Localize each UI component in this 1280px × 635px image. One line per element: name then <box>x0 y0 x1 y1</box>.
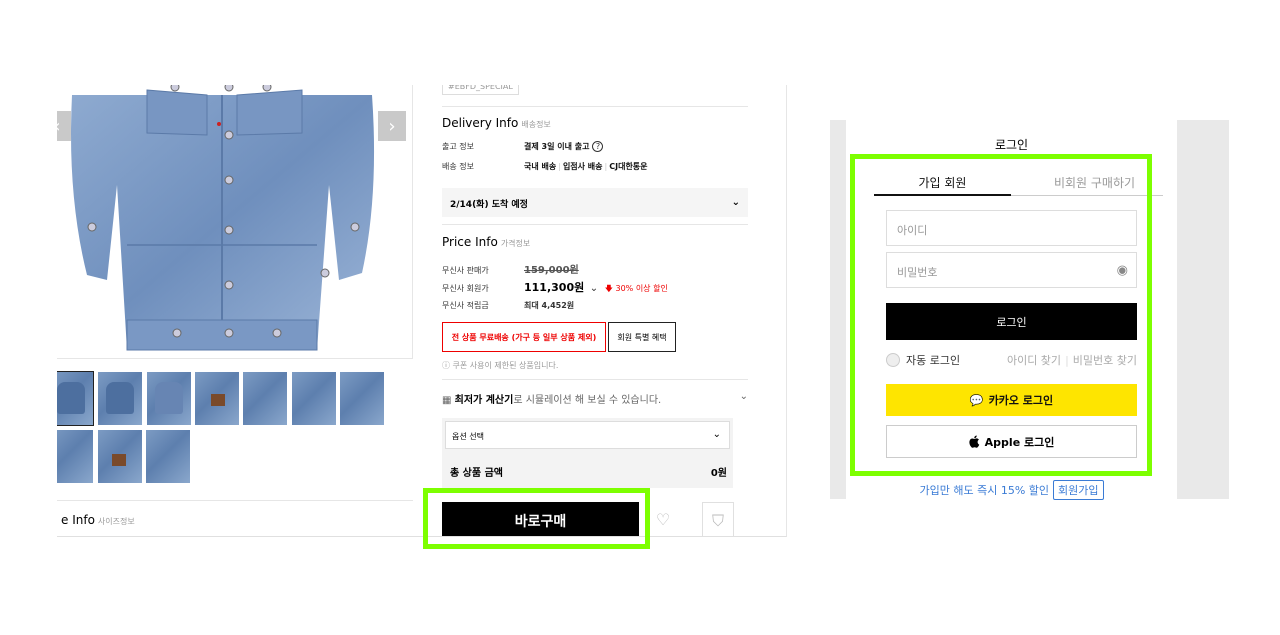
shopping-bag-icon[interactable]: ⛉ <box>702 502 734 536</box>
member-price-value: 111,300원 <box>524 281 585 294</box>
size-info-subtitle: 사이즈정보 <box>97 517 135 526</box>
size-info-title: e Info <box>61 513 95 527</box>
total-value: 0원 <box>710 468 727 479</box>
divider <box>442 379 748 380</box>
divider <box>442 106 748 107</box>
member-price-row: 무신사 회원가 111,300원 ⌄ 🡇 30% 이상 할인 <box>442 279 668 297</box>
thumbnail[interactable] <box>98 430 142 483</box>
signup-promo: 가입만 해도 즉시 15% 할인 회원가입 <box>846 480 1177 500</box>
delivery-title-text: Delivery Info <box>442 116 519 130</box>
product-detail-panel: ‹ › e Info사이즈정보 #EBFD_SPECIAL Delivery I… <box>57 85 787 537</box>
coupon-notice-text: 쿠폰 사용이 제한된 상품입니다. <box>452 361 559 370</box>
price-title-text: Price Info <box>442 235 498 249</box>
heart-icon[interactable]: ♡ <box>648 502 678 536</box>
thumbnail[interactable] <box>340 372 384 425</box>
arrival-estimate-dropdown[interactable]: 2/14(화) 도착 예정 ⌄ <box>442 188 748 217</box>
points-label: 무신사 적립금 <box>442 301 489 310</box>
option-select[interactable]: 옵션 선택 ⌄ <box>445 421 730 449</box>
product-main-image: ‹ › <box>57 85 413 359</box>
thumbnail[interactable] <box>57 430 93 483</box>
ship-value: 결제 3일 이내 출고 <box>524 142 590 151</box>
sale-price-label: 무신사 판매가 <box>442 266 489 275</box>
login-form-highlight <box>850 154 1152 476</box>
price-info-title: Price Info 가격정보 <box>442 235 530 249</box>
chevron-down-icon: ⌄ <box>712 429 721 440</box>
calculator-icon: ▦ <box>442 395 452 406</box>
chevron-left-icon[interactable]: ‹ <box>57 111 71 141</box>
points-value: 최대 4,452원 <box>524 301 575 310</box>
denim-jacket-image <box>71 85 375 351</box>
calc-text: 로 시뮬레이션 해 보실 수 있습니다. <box>513 395 662 406</box>
coupon-notice: ⓘ 쿠폰 사용이 제한된 상품입니다. <box>442 360 558 371</box>
chevron-down-icon: ⌄ <box>739 391 748 402</box>
hashtag-badge[interactable]: #EBFD_SPECIAL <box>442 85 519 95</box>
size-info-header: e Info 사이즈정보 <box>57 500 413 527</box>
thumbnail[interactable] <box>98 372 142 425</box>
ship-info-row: 출고 정보 결제 3일 이내 출고? <box>442 141 604 152</box>
points-row: 무신사 적립금 최대 4,452원 <box>442 300 574 311</box>
thumbnail[interactable] <box>57 371 94 426</box>
discount-text: 30% 이상 할인 <box>615 284 668 293</box>
delivery-info-title: Delivery Info 배송정보 <box>442 116 551 130</box>
option-placeholder: 옵션 선택 <box>452 432 484 441</box>
member-benefit-button[interactable]: 회원 특별 혜택 <box>608 322 676 352</box>
lowest-price-calculator[interactable]: ▦ 최저가 계산기로 시뮬레이션 해 보실 수 있습니다. ⌄ <box>442 391 748 406</box>
arrival-text: 2/14(화) 도착 예정 <box>450 200 528 210</box>
sale-price-row: 무신사 판매가 159,000원 <box>442 261 579 276</box>
chevron-down-icon[interactable]: ⌄ <box>590 283 598 294</box>
delivery-subtitle: 배송정보 <box>521 120 551 129</box>
method-label: 배송 정보 <box>442 162 474 171</box>
thumbnail[interactable] <box>146 430 190 483</box>
info-icon: ⓘ <box>442 361 450 370</box>
thumbnail[interactable] <box>243 372 287 425</box>
divider <box>442 224 748 225</box>
buy-button-highlight <box>423 488 650 549</box>
free-shipping-button[interactable]: 전 상품 무료배송 (가구 등 일부 상품 제외) <box>442 322 606 352</box>
delivery-method-row: 배송 정보 국내 배송 | 입점사 배송 | CJ대한통운 <box>442 162 648 171</box>
member-price-label: 무신사 회원가 <box>442 284 489 293</box>
method-domestic: 국내 배송 <box>524 162 557 171</box>
sale-price-value: 159,000원 <box>524 265 579 276</box>
calc-bold-text: 최저가 계산기 <box>454 395 514 406</box>
help-icon[interactable]: ? <box>592 141 604 152</box>
total-label: 총 상품 금액 <box>450 468 503 479</box>
ship-label: 출고 정보 <box>442 142 474 151</box>
promo-text: 가입만 해도 즉시 15% 할인 <box>919 484 1050 497</box>
price-subtitle: 가격정보 <box>500 239 531 248</box>
chevron-down-icon: ⌄ <box>731 197 740 208</box>
method-vendor: 입점사 배송 <box>562 162 603 171</box>
thumbnail[interactable] <box>292 372 336 425</box>
chevron-right-icon[interactable]: › <box>378 111 406 141</box>
join-button[interactable]: 회원가입 <box>1053 480 1104 500</box>
login-title: 로그인 <box>994 138 1029 152</box>
thumbnail[interactable] <box>147 372 191 425</box>
thumbnail[interactable] <box>195 372 239 425</box>
arrow-down-icon: 🡇 <box>604 284 613 293</box>
method-courier: CJ대한통운 <box>609 162 648 171</box>
option-box: 옵션 선택 ⌄ 총 상품 금액 0원 <box>442 418 733 488</box>
